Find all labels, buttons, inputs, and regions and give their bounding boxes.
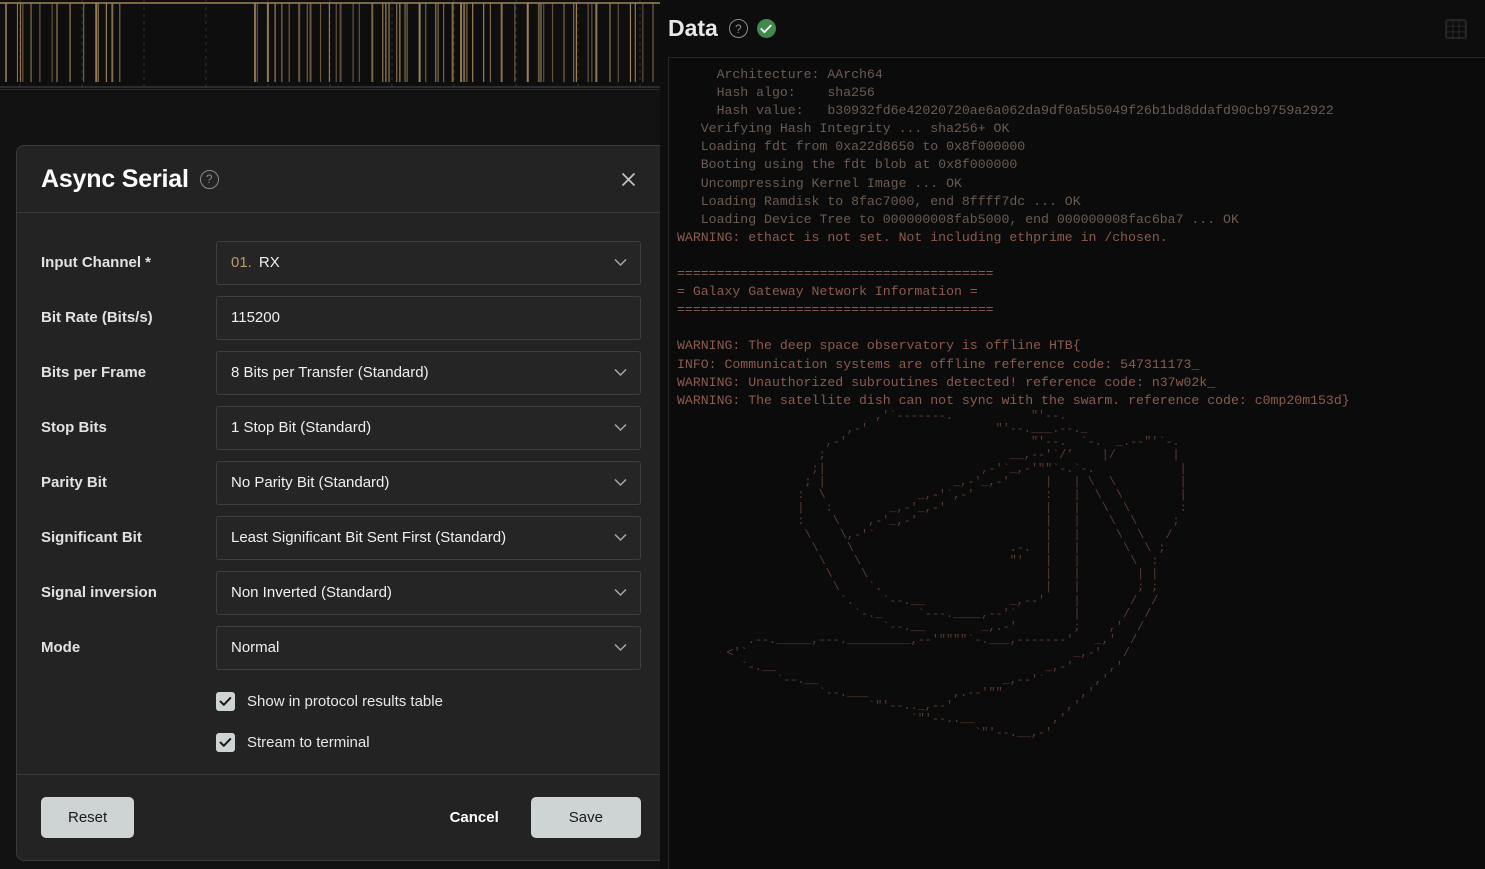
bits-per-frame-select[interactable]: 8 Bits per Transfer (Standard) bbox=[216, 350, 641, 395]
data-panel-header: Data ? bbox=[660, 0, 1485, 57]
chevron-down-icon bbox=[614, 364, 627, 382]
field-label-parity-bit: Parity Bit bbox=[41, 474, 107, 491]
help-circle-icon[interactable]: ? bbox=[728, 19, 748, 38]
chevron-down-icon bbox=[614, 254, 627, 272]
app-root: Async Serial ? Input Channel * 01. RX Bi… bbox=[0, 0, 1485, 869]
significant-bit-select[interactable]: Least Significant Bit Sent First (Standa… bbox=[216, 515, 641, 560]
form-row-input-channel: Input Channel * 01. RX bbox=[41, 235, 641, 290]
significant-bit-value: Least Significant Bit Sent First (Standa… bbox=[231, 529, 507, 546]
mode-select[interactable]: Normal bbox=[216, 625, 641, 670]
form-row-significant-bit: Significant Bit Least Significant Bit Se… bbox=[41, 510, 641, 565]
show-in-protocol-results-table-checkbox[interactable] bbox=[216, 692, 235, 711]
form-row-parity-bit: Parity Bit No Parity Bit (Standard) bbox=[41, 455, 641, 510]
signal-inversion-select[interactable]: Non Inverted (Standard) bbox=[216, 570, 641, 615]
field-label-input-channel: Input Channel * bbox=[41, 254, 151, 271]
digital-signal-waveform[interactable] bbox=[0, 0, 660, 90]
close-icon[interactable] bbox=[615, 166, 641, 192]
form-row-signal-inversion: Signal inversion Non Inverted (Standard) bbox=[41, 565, 641, 620]
terminal-boot-log: Architecture: AArch64 Hash algo: sha256 … bbox=[700, 67, 1334, 227]
data-panel-title: Data bbox=[668, 15, 718, 41]
analyzer-left-pane: Async Serial ? Input Channel * 01. RX Bi… bbox=[0, 0, 666, 869]
checkbox-row-show-in-protocol-results-table: Show in protocol results table bbox=[41, 681, 641, 722]
check-circle-icon bbox=[756, 19, 776, 38]
input-channel-value: RX bbox=[258, 254, 280, 271]
field-label-signal-inversion: Signal inversion bbox=[41, 584, 157, 601]
input-channel-select[interactable]: 01. RX bbox=[216, 240, 641, 285]
field-label-stop-bits: Stop Bits bbox=[41, 419, 107, 436]
chevron-down-icon bbox=[614, 584, 627, 602]
chevron-down-icon bbox=[614, 474, 627, 492]
dialog-header: Async Serial ? bbox=[17, 146, 665, 213]
signal-inversion-value: Non Inverted (Standard) bbox=[231, 584, 392, 601]
mode-value: Normal bbox=[231, 639, 280, 656]
field-label-mode: Mode bbox=[41, 639, 81, 656]
checkbox-label-stream-to-terminal: Stream to terminal bbox=[247, 734, 370, 751]
save-button[interactable]: Save bbox=[530, 797, 641, 838]
field-label-significant-bit: Significant Bit bbox=[41, 529, 142, 546]
form-row-bit-rate: Bit Rate (Bits/s) bbox=[41, 290, 641, 345]
stop-bits-select[interactable]: 1 Stop Bit (Standard) bbox=[216, 405, 641, 450]
data-panel: Data ? Architecture: AArch64 Hash algo: … bbox=[660, 0, 1485, 869]
stop-bits-value: 1 Stop Bit (Standard) bbox=[231, 419, 372, 436]
checkbox-row-stream-to-terminal: Stream to terminal bbox=[41, 722, 641, 763]
input-channel-number: 01. bbox=[231, 254, 252, 271]
field-label-bits-per-frame: Bits per Frame bbox=[41, 364, 147, 381]
form-row-bits-per-frame: Bits per Frame 8 Bits per Transfer (Stan… bbox=[41, 345, 641, 400]
parity-bit-value: No Parity Bit (Standard) bbox=[231, 474, 390, 491]
grid-table-icon[interactable] bbox=[1443, 16, 1469, 42]
bit-rate-input[interactable] bbox=[216, 295, 641, 340]
terminal-warning-log: WARNING: ethact is not set. Not includin… bbox=[677, 229, 1350, 408]
field-label-bit-rate: Bit Rate (Bits/s) bbox=[41, 309, 153, 326]
page-title: Async Serial bbox=[41, 164, 189, 193]
dialog-body: Input Channel * 01. RX Bit Rate (Bits/s) bbox=[17, 213, 665, 774]
stream-to-terminal-checkbox[interactable] bbox=[216, 733, 235, 752]
form-row-stop-bits: Stop Bits 1 Stop Bit (Standard) bbox=[41, 400, 641, 455]
ascii-art-content: ,'`-------. "'--. ,-' "'--.___.--._ ,-' … bbox=[726, 408, 1187, 740]
terminal-ascii-art: ,'`-------. "'--. ,-' "'--.___.--._ ,-' … bbox=[677, 408, 1485, 740]
parity-bit-select[interactable]: No Parity Bit (Standard) bbox=[216, 460, 641, 505]
checkbox-label-show-in-protocol-results-table: Show in protocol results table bbox=[247, 693, 443, 710]
chevron-down-icon bbox=[614, 529, 627, 547]
dialog-footer: Reset Cancel Save bbox=[17, 774, 665, 860]
async-serial-settings-dialog: Async Serial ? Input Channel * 01. RX Bi… bbox=[16, 145, 666, 861]
chevron-down-icon bbox=[614, 419, 627, 437]
chevron-down-icon bbox=[614, 639, 627, 657]
cancel-button[interactable]: Cancel bbox=[432, 797, 517, 838]
help-circle-icon[interactable]: ? bbox=[199, 169, 219, 189]
bits-per-frame-value: 8 Bits per Transfer (Standard) bbox=[231, 364, 429, 381]
reset-button[interactable]: Reset bbox=[41, 797, 135, 838]
terminal-output[interactable]: Architecture: AArch64 Hash algo: sha256 … bbox=[668, 57, 1485, 869]
form-row-mode: Mode Normal bbox=[41, 620, 641, 675]
waveform-spacer bbox=[0, 90, 660, 145]
